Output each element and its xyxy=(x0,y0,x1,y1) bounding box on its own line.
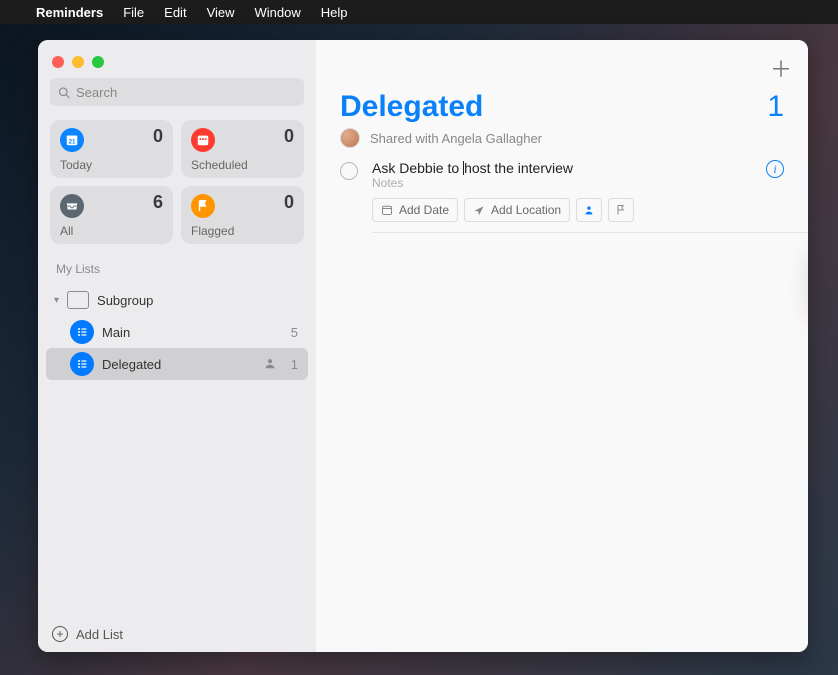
list-group-subgroup[interactable]: ▾ Subgroup xyxy=(46,284,308,316)
add-list-label: Add List xyxy=(76,627,123,642)
flag-icon xyxy=(191,194,215,218)
add-date-label: Add Date xyxy=(399,203,449,217)
list-main-count: 5 xyxy=(291,325,298,340)
list-count: 1 xyxy=(767,90,784,124)
new-reminder-button[interactable]: ＋ xyxy=(770,52,792,84)
menu-file[interactable]: File xyxy=(123,5,144,20)
window-zoom-button[interactable] xyxy=(92,56,104,68)
location-arrow-icon xyxy=(473,204,485,216)
smart-scheduled-label: Scheduled xyxy=(191,158,248,172)
reminder-notes-field[interactable]: Notes xyxy=(372,176,784,190)
reminders-window: 21 0 Today 0 Scheduled 6 All xyxy=(38,40,808,652)
flag-button[interactable] xyxy=(608,198,634,222)
smart-lists: 21 0 Today 0 Scheduled 6 All xyxy=(38,112,316,248)
smart-flagged-count: 0 xyxy=(284,192,294,213)
list-main-label: Main xyxy=(102,325,283,340)
menu-help[interactable]: Help xyxy=(321,5,348,20)
search-icon xyxy=(58,86,70,99)
svg-text:21: 21 xyxy=(69,139,76,146)
reminder-quick-actions: Add Date Add Location xyxy=(372,198,784,232)
smart-today-count: 0 xyxy=(153,126,163,147)
menu-view[interactable]: View xyxy=(207,5,235,20)
smart-today-label: Today xyxy=(60,158,92,172)
smart-all-count: 6 xyxy=(153,192,163,213)
macos-menubar: Reminders File Edit View Window Help xyxy=(0,0,838,24)
reminder-title-field[interactable]: Ask Debbie to host the interview xyxy=(372,160,784,176)
list-delegated-count: 1 xyxy=(291,357,298,372)
smart-all[interactable]: 6 All xyxy=(50,186,173,244)
calendar-today-icon: 21 xyxy=(60,128,84,152)
info-button[interactable]: i xyxy=(766,160,784,178)
flag-small-icon xyxy=(615,204,627,216)
list-delegated-label: Delegated xyxy=(102,357,255,372)
list-main[interactable]: Main 5 xyxy=(46,316,308,348)
smart-flagged-label: Flagged xyxy=(191,224,234,238)
my-lists-header: My Lists xyxy=(38,248,316,280)
sidebar: 21 0 Today 0 Scheduled 6 All xyxy=(38,40,316,652)
search-field[interactable] xyxy=(50,78,304,106)
window-minimize-button[interactable] xyxy=(72,56,84,68)
list-tree: ▾ Subgroup Main 5 Delegated 1 xyxy=(38,280,316,384)
shared-icon xyxy=(263,356,277,373)
smart-scheduled-count: 0 xyxy=(284,126,294,147)
list-icon xyxy=(70,352,94,376)
complete-toggle[interactable] xyxy=(340,162,358,180)
tray-icon xyxy=(60,194,84,218)
main-panel: ＋ Delegated 1 Shared with Angela Gallagh… xyxy=(316,40,808,652)
smart-today[interactable]: 21 0 Today xyxy=(50,120,173,178)
shared-with-row[interactable]: Shared with Angela Gallagher xyxy=(316,126,808,158)
plus-circle-icon: + xyxy=(52,626,68,642)
window-close-button[interactable] xyxy=(52,56,64,68)
calendar-small-icon xyxy=(381,204,393,216)
list-title: Delegated xyxy=(340,90,483,124)
add-date-button[interactable]: Add Date xyxy=(372,198,458,222)
calendar-icon xyxy=(191,128,215,152)
chevron-down-icon: ▾ xyxy=(54,295,59,306)
shared-with-text: Shared with Angela Gallagher xyxy=(370,131,542,146)
add-list-button[interactable]: + Add List xyxy=(38,615,316,652)
list-icon xyxy=(70,320,94,344)
menu-edit[interactable]: Edit xyxy=(164,5,186,20)
divider xyxy=(372,232,808,233)
smart-flagged[interactable]: 0 Flagged xyxy=(181,186,304,244)
smart-all-label: All xyxy=(60,224,73,238)
add-location-button[interactable]: Add Location xyxy=(464,198,570,222)
list-delegated[interactable]: Delegated 1 xyxy=(46,348,308,380)
add-location-label: Add Location xyxy=(491,203,561,217)
app-menu[interactable]: Reminders xyxy=(36,5,103,20)
folder-icon xyxy=(67,291,89,309)
avatar xyxy=(340,128,360,148)
window-traffic-lights xyxy=(50,52,304,78)
list-group-label: Subgroup xyxy=(97,293,300,308)
search-input[interactable] xyxy=(76,85,296,100)
menu-window[interactable]: Window xyxy=(255,5,301,20)
assign-button[interactable] xyxy=(576,198,602,222)
reminder-item: Ask Debbie to host the interview Notes A… xyxy=(316,158,808,232)
person-icon xyxy=(583,204,595,216)
smart-scheduled[interactable]: 0 Scheduled xyxy=(181,120,304,178)
